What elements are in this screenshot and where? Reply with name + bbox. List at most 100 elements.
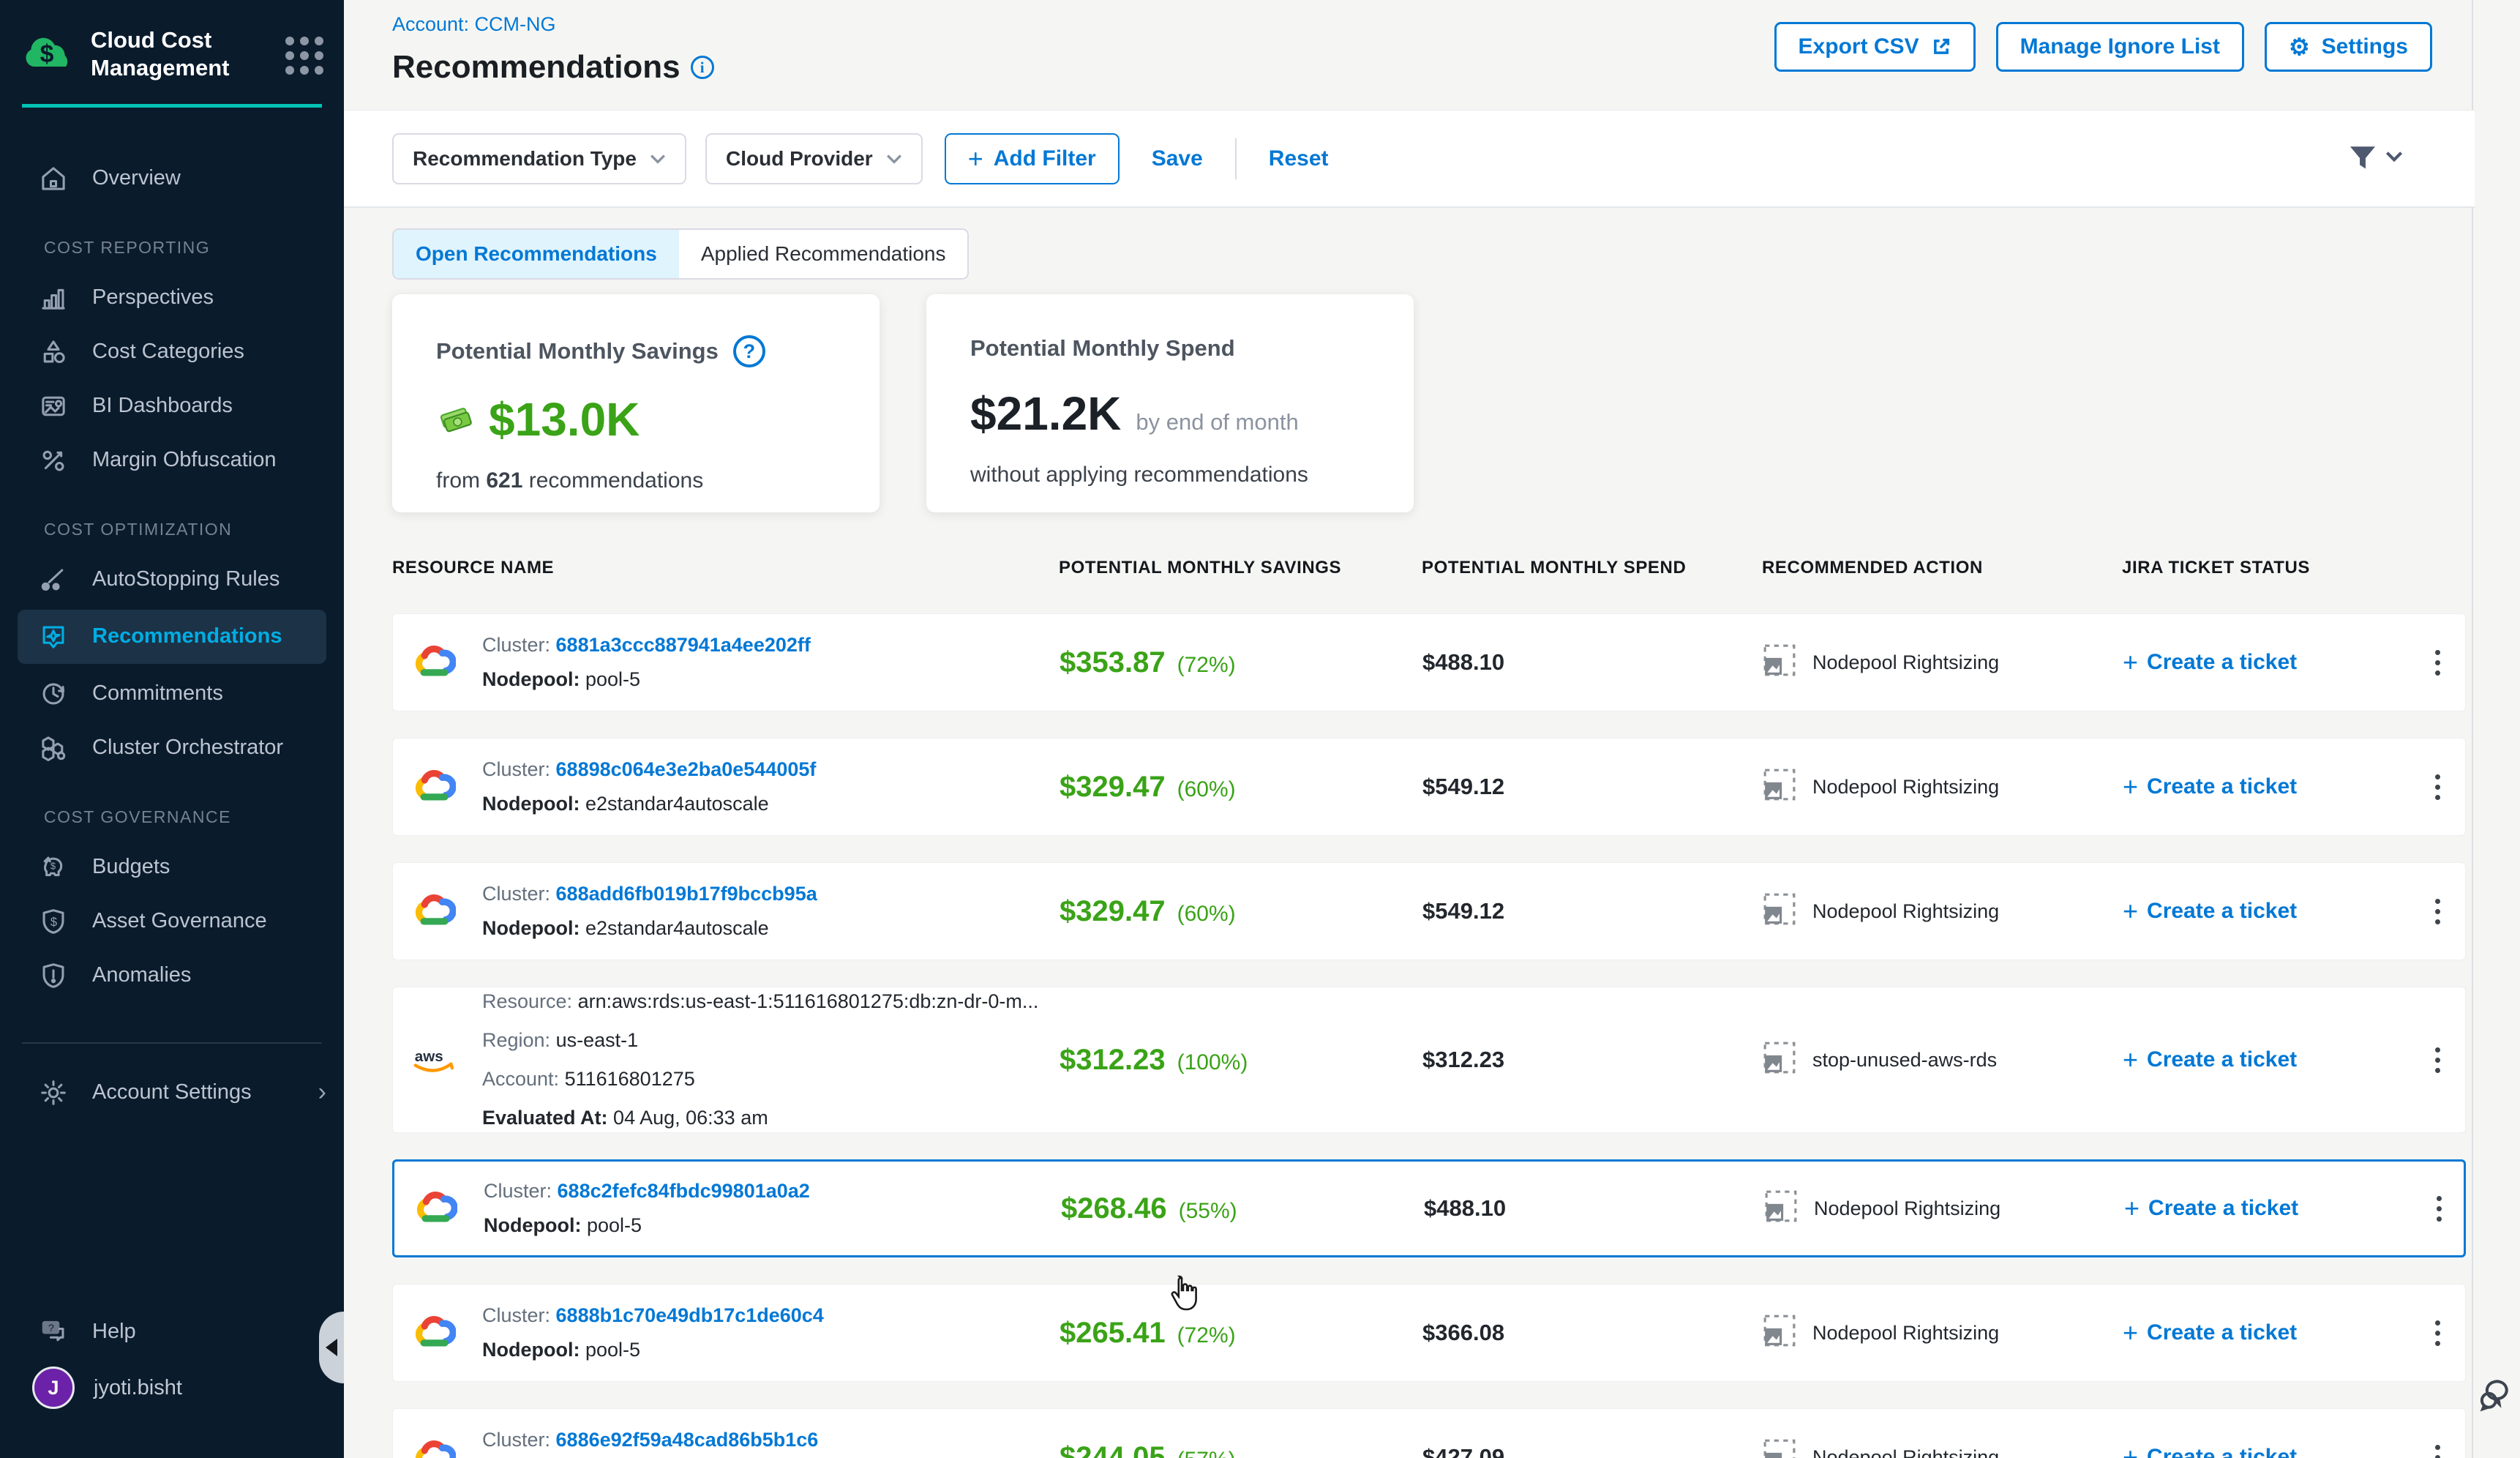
percent-icon	[37, 444, 70, 477]
table-row[interactable]: Cluster: 6886e92f59a48cad86b5b1c6Nodepoo…	[392, 1408, 2466, 1458]
home-icon	[37, 162, 70, 195]
info-icon[interactable]: i	[691, 56, 714, 79]
create-ticket-button[interactable]: + Create a ticket	[2123, 647, 2423, 678]
create-ticket-button[interactable]: + Create a ticket	[2123, 1044, 2423, 1075]
savings-cell: $329.47 (60%)	[1060, 771, 1422, 804]
section-header: COST GOVERNANCE	[0, 807, 344, 827]
sidebar-item-overview[interactable]: Overview	[0, 152, 344, 206]
table-row[interactable]: Cluster: 6881a3ccc887941a4ee202ffNodepoo…	[392, 613, 2466, 711]
module-switcher-icon[interactable]	[285, 37, 323, 75]
savings-cell: $244.05 (57%)	[1060, 1441, 1422, 1458]
resource-link[interactable]: 688c2fefc84fbdc99801a0a2	[558, 1180, 810, 1202]
recommended-action-cell: stop-unused-aws-rds	[1763, 1041, 2123, 1080]
table-row[interactable]: Cluster: 688add6fb019b17f9bccb95aNodepoo…	[392, 862, 2466, 960]
savings-percent: (72%)	[1177, 1323, 1236, 1348]
savings-percent: (72%)	[1177, 653, 1236, 678]
create-ticket-button[interactable]: + Create a ticket	[2123, 771, 2423, 802]
gcp-logo-icon	[412, 1439, 456, 1458]
sidebar-item-commitments[interactable]: Commitments	[0, 667, 344, 721]
resource-link[interactable]: 6888b1c70e49db17c1de60c4	[556, 1304, 824, 1326]
create-ticket-label: Create a ticket	[2148, 1196, 2298, 1221]
settings-button[interactable]: ⚙ Settings	[2265, 22, 2432, 72]
manage-ignore-list-button[interactable]: Manage Ignore List	[1996, 22, 2244, 72]
sidebar-item-bi-dashboards[interactable]: BI Dashboards	[0, 379, 344, 433]
savings-value: $265.41	[1060, 1317, 1166, 1350]
chevron-right-icon: ›	[318, 1078, 326, 1107]
provider-icon	[412, 1314, 456, 1352]
funnel-icon	[2347, 143, 2378, 173]
spend-value: $427.09	[1422, 1444, 1504, 1458]
table-row[interactable]: aws Resource: arn:aws:rds:us-east-1:5116…	[392, 987, 2466, 1133]
filter-bar: Recommendation Type Cloud Provider + Add…	[344, 110, 2475, 208]
reset-filter-button[interactable]: Reset	[1269, 146, 1329, 171]
chat-support-icon[interactable]	[2478, 1377, 2516, 1416]
savings-percent: (57%)	[1177, 1448, 1236, 1458]
cloud-provider-dropdown[interactable]: Cloud Provider	[705, 133, 923, 184]
sidebar-item-asset-governance[interactable]: $ Asset Governance	[0, 894, 344, 949]
sidebar-item-account-settings[interactable]: Account Settings ›	[0, 1066, 344, 1120]
sidebar-item-anomalies[interactable]: Anomalies	[0, 949, 344, 1003]
resource-link[interactable]: 68898c064e3e2ba0e544005f	[556, 758, 817, 780]
resource-cell: Cluster: 6881a3ccc887941a4ee202ffNodepoo…	[393, 634, 1060, 691]
row-menu-kebab-icon[interactable]	[2423, 650, 2467, 676]
sidebar-item-help[interactable]: ? Help	[0, 1304, 344, 1358]
user-menu[interactable]: J jyoti.bisht	[0, 1358, 344, 1417]
sidebar-item-cluster-orchestrator[interactable]: Cluster Orchestrator	[0, 721, 344, 775]
card-title: Potential Monthly Spend	[970, 335, 1235, 362]
plus-icon: +	[2123, 896, 2138, 927]
savings-value: $353.87	[1060, 646, 1166, 679]
table-row[interactable]: Cluster: 6888b1c70e49db17c1de60c4 Nodepoo…	[392, 1284, 2466, 1382]
tab-open-recommendations[interactable]: Open Recommendations	[394, 230, 679, 278]
resource-line: Cluster: 68898c064e3e2ba0e544005f	[482, 758, 816, 781]
row-menu-kebab-icon[interactable]	[2423, 1320, 2467, 1346]
help-circle-icon[interactable]: ?	[733, 335, 765, 367]
create-ticket-button[interactable]: + Create a ticket	[2123, 896, 2423, 927]
filter-panel-toggle[interactable]	[2347, 143, 2403, 173]
row-menu-kebab-icon[interactable]	[2423, 774, 2467, 800]
row-menu-kebab-icon[interactable]	[2423, 1445, 2467, 1458]
export-csv-button[interactable]: Export CSV	[1774, 22, 1976, 72]
recommended-action-cell: Nodepool Rightsizing	[1763, 1314, 2123, 1353]
sidebar-item-budgets[interactable]: $ Budgets	[0, 840, 344, 894]
row-menu-kebab-icon[interactable]	[2423, 899, 2467, 924]
row-menu-kebab-icon[interactable]	[2423, 1047, 2467, 1073]
create-ticket-button[interactable]: + Create a ticket	[2124, 1193, 2424, 1224]
sidebar-item-margin-obfuscation[interactable]: Margin Obfuscation	[0, 433, 344, 487]
action-label: Nodepool Rightsizing	[1812, 776, 1999, 799]
create-ticket-label: Create a ticket	[2147, 899, 2297, 924]
sidebar-item-label: BI Dashboards	[92, 394, 233, 418]
sidebar-item-label: Cost Categories	[92, 340, 244, 364]
sidebar-item-autostopping-rules[interactable]: AutoStopping Rules	[0, 553, 344, 607]
ccm-logo-icon: $	[22, 29, 76, 75]
sidebar-item-recommendations[interactable]: Recommendations	[18, 610, 326, 664]
action-label: Nodepool Rightsizing	[1812, 1446, 1999, 1458]
recommendation-type-dropdown[interactable]: Recommendation Type	[392, 133, 686, 184]
resource-link[interactable]: 6881a3ccc887941a4ee202ff	[556, 634, 811, 656]
spend-cell: $549.12	[1422, 774, 1763, 800]
savings-percent: (100%)	[1177, 1050, 1248, 1075]
user-name: jyoti.bisht	[94, 1376, 182, 1400]
sidebar-item-cost-categories[interactable]: Cost Categories	[0, 325, 344, 379]
table-row[interactable]: Cluster: 68898c064e3e2ba0e544005f Nodepoo…	[392, 738, 2466, 836]
resource-cell: aws Resource: arn:aws:rds:us-east-1:5116…	[393, 990, 1060, 1129]
tab-applied-recommendations[interactable]: Applied Recommendations	[679, 230, 968, 278]
resource-link[interactable]: 6886e92f59a48cad86b5b1c6	[556, 1429, 819, 1451]
scrollbar-track[interactable]	[2472, 0, 2473, 1458]
resource-line: Cluster: 6888b1c70e49db17c1de60c4	[482, 1304, 824, 1327]
table-row[interactable]: Cluster: 688c2fefc84fbdc99801a0a2Nodepoo…	[392, 1159, 2466, 1257]
rightsizing-icon	[1763, 1438, 1796, 1458]
create-ticket-button[interactable]: + Create a ticket	[2123, 1442, 2423, 1458]
resource-cell: Cluster: 688add6fb019b17f9bccb95aNodepoo…	[393, 883, 1060, 940]
autostopping-icon	[37, 563, 70, 597]
plus-icon: +	[2123, 1442, 2138, 1458]
create-ticket-button[interactable]: + Create a ticket	[2123, 1317, 2423, 1348]
save-filter-button[interactable]: Save	[1152, 146, 1203, 171]
savings-value: $268.46	[1061, 1192, 1167, 1225]
add-filter-button[interactable]: + Add Filter	[945, 133, 1120, 184]
resource-link[interactable]: 688add6fb019b17f9bccb95a	[556, 883, 817, 905]
spend-cell: $312.23	[1422, 1047, 1763, 1073]
sidebar-collapse-handle[interactable]	[319, 1312, 344, 1383]
row-menu-kebab-icon[interactable]	[2424, 1196, 2468, 1222]
breadcrumb[interactable]: Account: CCM-NG	[392, 13, 714, 36]
sidebar-item-perspectives[interactable]: Perspectives	[0, 271, 344, 325]
